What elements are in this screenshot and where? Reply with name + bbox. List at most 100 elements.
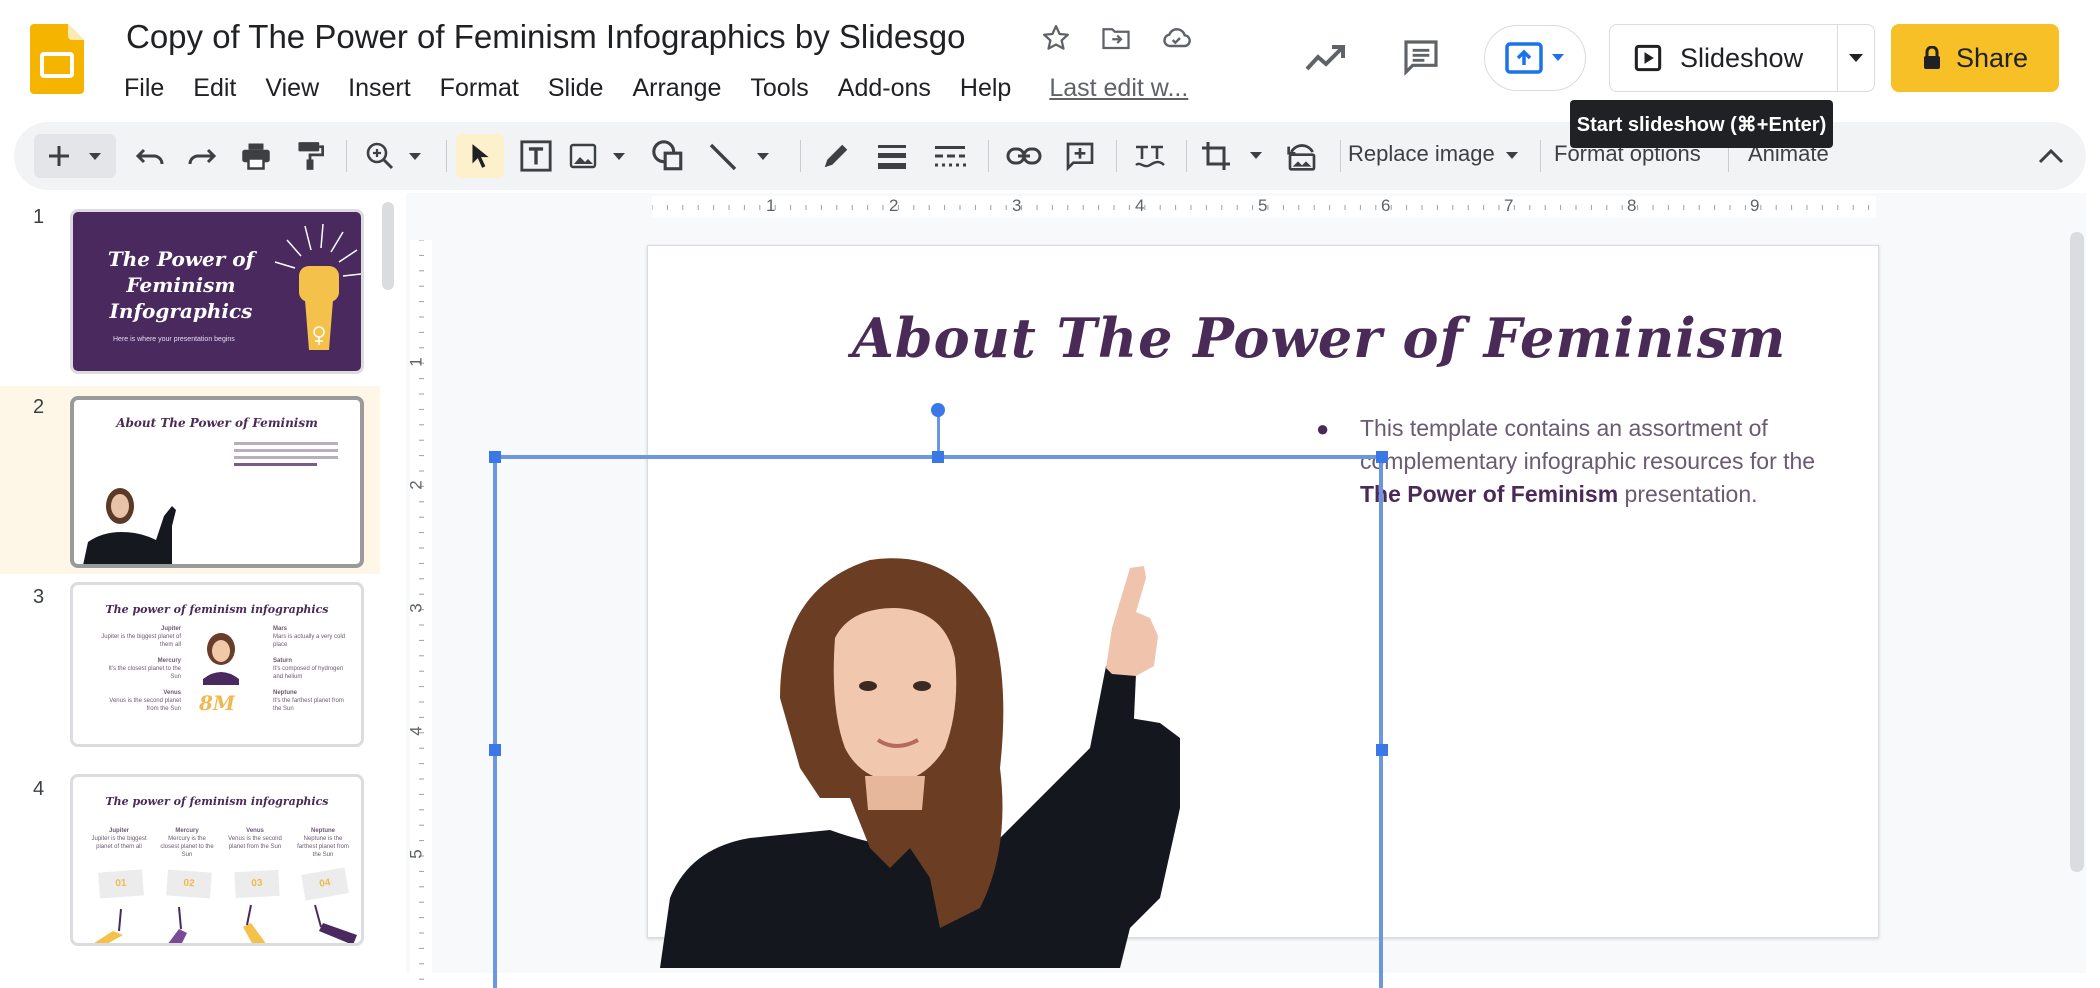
slideshow-options-dropdown[interactable] — [1838, 25, 1874, 91]
insert-link-icon[interactable] — [1002, 134, 1046, 178]
menu-addons[interactable]: Add-ons — [838, 72, 931, 105]
menu-arrange[interactable]: Arrange — [632, 72, 721, 105]
select-cursor-icon[interactable] — [456, 134, 504, 178]
slide-number: 3 — [33, 586, 45, 608]
filmstrip-slide-2[interactable]: 2 About The Power of Feminism — [0, 386, 380, 574]
menu-help[interactable]: Help — [960, 72, 1011, 105]
ruler-label: 5 — [1258, 196, 1268, 215]
thumb-col-text: Neptune is the farthest planet from the … — [297, 836, 349, 858]
vertical-ruler[interactable]: 1 2 3 4 5 — [406, 240, 432, 980]
line-tool-button[interactable] — [702, 134, 782, 178]
replace-image-label: Replace image — [1348, 141, 1495, 166]
ruler-label: 4 — [1135, 196, 1145, 215]
menu-bar: File Edit View Insert Format Slide Arran… — [124, 72, 1217, 105]
thumb-title: The power of feminism infographics — [105, 603, 329, 616]
resize-handle-top[interactable] — [932, 451, 944, 463]
last-edit-link[interactable]: Last edit w... — [1049, 72, 1188, 105]
menu-file[interactable]: File — [124, 72, 164, 105]
resize-handle-top-left[interactable] — [489, 451, 501, 463]
replace-image-button[interactable]: Replace image — [1348, 141, 1519, 167]
filmstrip-scrollbar[interactable] — [382, 202, 394, 290]
horizontal-ruler[interactable]: 1 2 3 4 5 6 7 8 9 — [652, 196, 1876, 218]
chevron-down-icon — [1849, 54, 1863, 62]
move-folder-icon[interactable] — [1098, 20, 1134, 56]
filmstrip-slide-4[interactable]: 4 The power of feminism infographics Jup… — [0, 774, 380, 964]
crop-image-button[interactable] — [1198, 134, 1272, 178]
ruler-label: 1 — [406, 357, 426, 367]
image-selection-box[interactable] — [493, 455, 1383, 988]
lock-icon — [1923, 46, 1940, 69]
insert-image-button[interactable] — [566, 134, 636, 178]
bullet-icon: ● — [1316, 416, 1330, 441]
zoom-button[interactable] — [362, 134, 432, 178]
menu-view[interactable]: View — [265, 72, 319, 105]
alt-text-icon[interactable] — [1128, 134, 1172, 178]
menu-insert[interactable]: Insert — [348, 72, 411, 105]
resize-handle-top-right[interactable] — [1376, 451, 1388, 463]
slideshow-button[interactable]: Slideshow — [1610, 25, 1838, 91]
body-text: This template contains an assortment of … — [1360, 415, 1816, 474]
ruler-label: 7 — [1504, 196, 1514, 215]
thumb-col-name: Mercury — [175, 828, 199, 834]
menu-edit[interactable]: Edit — [193, 72, 236, 105]
paint-format-icon[interactable] — [290, 134, 330, 178]
resize-handle-left[interactable] — [489, 744, 501, 756]
menu-format[interactable]: Format — [440, 72, 519, 105]
menu-slide[interactable]: Slide — [548, 72, 604, 105]
thumb-item-text: Mars is actually a very cold place — [273, 634, 346, 648]
thumb-title: About The Power of Feminism — [116, 416, 318, 430]
thumb-sign: 01 — [98, 869, 144, 899]
text-box-icon[interactable] — [514, 134, 558, 178]
thumb-col-text: Mercury is the closest planet to the Sun — [160, 836, 214, 858]
thumb-item-text: It's composed of hydrogen and helium — [273, 666, 344, 680]
thumb-col-text: Venus is the second planet from the Sun — [228, 836, 282, 850]
ruler-label: 1 — [766, 196, 776, 215]
undo-icon[interactable] — [130, 134, 170, 178]
thumb-title: The power of feminism infographics — [105, 795, 329, 808]
slides-logo[interactable] — [30, 24, 84, 94]
new-slide-button[interactable] — [34, 134, 116, 178]
activity-trend-icon[interactable] — [1302, 38, 1348, 78]
thumb-item-name: Mars — [273, 626, 288, 632]
slide-number: 1 — [33, 206, 45, 228]
filmstrip-slide-3[interactable]: 3 The power of feminism infographics Jup… — [0, 582, 380, 766]
thumb-item-text: It's the farthest planet from the Sun — [273, 698, 344, 712]
thumb-item-name: Neptune — [273, 690, 297, 696]
print-icon[interactable] — [236, 134, 276, 178]
cloud-saved-icon[interactable] — [1158, 20, 1194, 56]
redo-icon[interactable] — [182, 134, 222, 178]
slide-body-text[interactable]: ● This template contains an assortment o… — [1316, 412, 1820, 511]
rotation-handle[interactable] — [931, 403, 945, 417]
menu-tools[interactable]: Tools — [750, 72, 808, 105]
slide-thumbnail: The power of feminism infographics Jupit… — [70, 582, 364, 747]
document-title[interactable]: Copy of The Power of Feminism Infographi… — [126, 18, 965, 56]
canvas-scrollbar[interactable] — [2070, 232, 2084, 872]
star-icon[interactable] — [1038, 20, 1074, 56]
slide-title[interactable]: About The Power of Feminism — [852, 306, 1786, 370]
shape-icon[interactable] — [646, 134, 690, 178]
border-dash-icon[interactable] — [928, 134, 972, 178]
slideshow-label: Slideshow — [1680, 42, 1804, 73]
body-text-suffix: presentation. — [1618, 481, 1758, 507]
add-comment-icon[interactable] — [1058, 134, 1102, 178]
thumb-item-text: It's the closest planet to the Sun — [108, 666, 181, 680]
filmstrip-slide-1[interactable]: 1 The Power of Feminism Infographics Her… — [0, 194, 380, 378]
body-bold-text: The Power of Feminism — [1360, 481, 1619, 507]
ruler-label: 9 — [1750, 196, 1760, 215]
reset-image-icon[interactable] — [1280, 134, 1324, 178]
pen-border-color-icon[interactable] — [814, 134, 858, 178]
present-dropdown-icon — [1552, 54, 1564, 61]
slide-thumbnail: The Power of Feminism Infographics Here … — [70, 209, 364, 374]
border-weight-icon[interactable] — [870, 134, 914, 178]
resize-handle-right[interactable] — [1376, 744, 1388, 756]
slide-number: 2 — [33, 396, 45, 418]
thumb-item-text: Venus is the second planet from the Sun — [109, 698, 181, 712]
thumb-item-name: Saturn — [273, 658, 293, 664]
present-to-meeting-button[interactable] — [1484, 25, 1586, 91]
share-button[interactable]: Share — [1891, 24, 2059, 92]
comments-icon[interactable] — [1398, 34, 1444, 80]
thumb-title-line: Infographics — [109, 299, 253, 323]
collapse-toolbar-icon[interactable] — [2036, 142, 2066, 175]
ruler-label: 2 — [889, 196, 899, 215]
thumb-sign: 02 — [166, 869, 212, 899]
